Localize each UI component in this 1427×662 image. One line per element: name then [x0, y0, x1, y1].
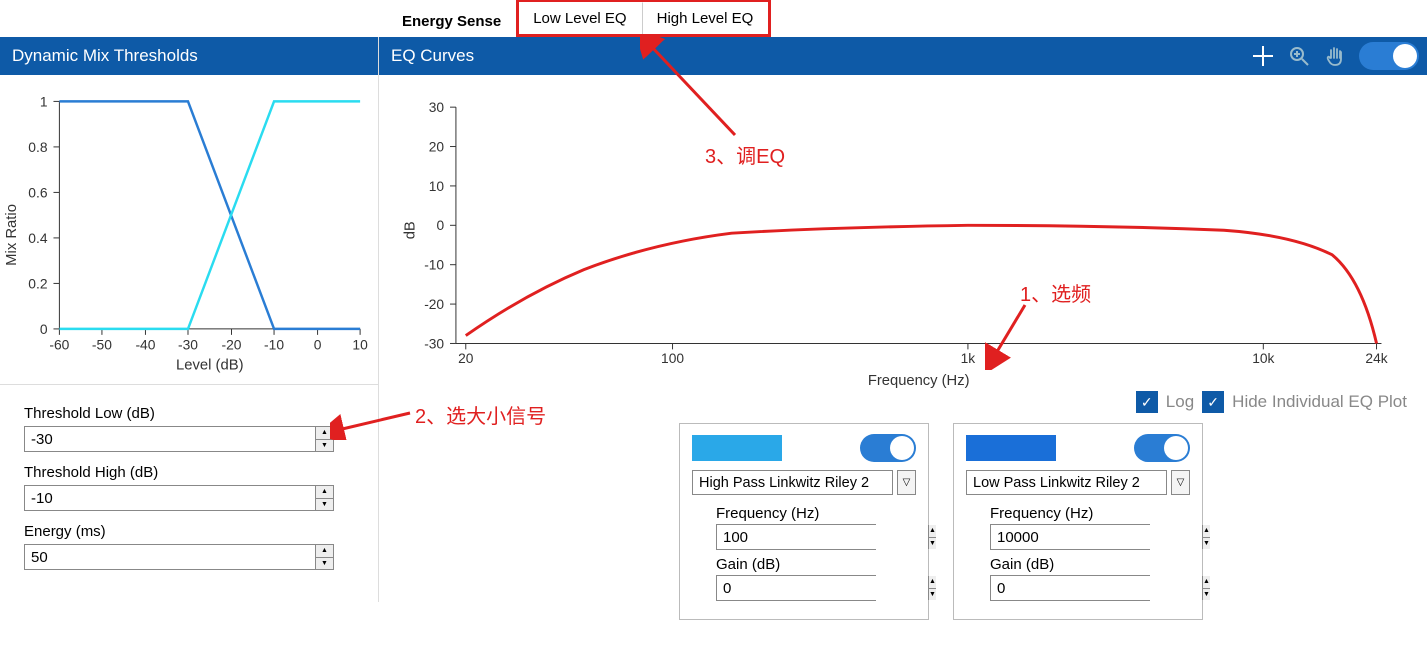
dropdown-icon[interactable]: ▽ — [897, 470, 916, 495]
xtick: -30 — [178, 337, 198, 353]
filter1-freq-field[interactable] — [717, 525, 928, 549]
xtick: 0 — [314, 337, 322, 353]
pan-icon[interactable] — [1323, 44, 1347, 68]
ytick: 30 — [429, 100, 445, 115]
filter1-color-swatch — [692, 435, 782, 461]
tab-energy-sense[interactable]: Energy Sense — [387, 5, 516, 37]
energy-field[interactable] — [25, 545, 315, 569]
spin-up-icon[interactable]: ▲ — [929, 576, 936, 589]
spin-down-icon[interactable]: ▼ — [316, 440, 333, 452]
xtick: 10k — [1252, 351, 1274, 366]
threshold-high-field[interactable] — [25, 486, 315, 510]
filter1-gain-input[interactable]: ▲▼ — [716, 575, 876, 601]
spin-up-icon[interactable]: ▲ — [1203, 576, 1210, 589]
ytick: 0 — [40, 321, 48, 337]
filter1-enable-toggle[interactable] — [860, 434, 916, 462]
crosshair-icon[interactable] — [1251, 44, 1275, 68]
spin-down-icon[interactable]: ▼ — [1203, 538, 1210, 550]
log-label: Log — [1166, 392, 1194, 412]
spin-down-icon[interactable]: ▼ — [316, 558, 333, 570]
xtick: 20 — [458, 351, 474, 366]
threshold-form: Threshold Low (dB) ▲▼ Threshold High (dB… — [0, 385, 378, 602]
filter2-type-select[interactable] — [966, 470, 1167, 495]
energy-input[interactable]: ▲▼ — [24, 544, 334, 570]
spin-down-icon[interactable]: ▼ — [929, 589, 936, 601]
xtick: -10 — [264, 337, 284, 353]
threshold-low-input[interactable]: ▲▼ — [24, 426, 334, 452]
ytick: 10 — [429, 179, 445, 194]
low-curve — [59, 101, 360, 329]
spin-down-icon[interactable]: ▼ — [1203, 589, 1210, 601]
filter-panel-highpass: ▽ Frequency (Hz) ▲▼ Gain (dB) ▲▼ — [679, 423, 929, 620]
tab-bar: Energy Sense Low Level EQ High Level EQ — [379, 0, 1427, 37]
filter2-gain-input[interactable]: ▲▼ — [990, 575, 1150, 601]
eq-combined-curve — [466, 225, 1377, 343]
ytick: -20 — [424, 297, 444, 312]
xtick: -60 — [49, 337, 69, 353]
filter2-gain-label: Gain (dB) — [990, 556, 1190, 573]
left-panel-title: Dynamic Mix Thresholds — [0, 37, 378, 75]
mix-threshold-chart: 1 0.8 0.6 0.4 0.2 0 -60 -50 -40 -30 — [0, 75, 378, 385]
spin-up-icon[interactable]: ▲ — [1203, 525, 1210, 538]
high-curve — [59, 101, 360, 329]
filter1-type-select[interactable] — [692, 470, 893, 495]
ytick: 20 — [429, 139, 445, 154]
eq-curves-chart[interactable]: 30 20 10 0 -10 -20 -30 20 100 1k 10k 24k… — [379, 75, 1427, 415]
threshold-high-label: Threshold High (dB) — [24, 464, 354, 481]
filter2-color-swatch — [966, 435, 1056, 461]
xtick: 10 — [352, 337, 368, 353]
spin-up-icon[interactable]: ▲ — [316, 486, 333, 499]
ylabel: Mix Ratio — [4, 204, 20, 266]
xtick: 1k — [961, 351, 976, 366]
threshold-high-input[interactable]: ▲▼ — [24, 485, 334, 511]
filter2-gain-field[interactable] — [991, 576, 1202, 600]
eq-ylabel: dB — [403, 221, 419, 239]
threshold-low-field[interactable] — [25, 427, 315, 451]
eq-xlabel: Frequency (Hz) — [868, 373, 970, 389]
ytick: 0.2 — [28, 275, 47, 291]
threshold-low-label: Threshold Low (dB) — [24, 405, 354, 422]
dropdown-icon[interactable]: ▽ — [1171, 470, 1190, 495]
spin-up-icon[interactable]: ▲ — [929, 525, 936, 538]
eq-title-text: EQ Curves — [391, 46, 474, 66]
ytick: 0.4 — [28, 230, 48, 246]
ytick: 0 — [436, 218, 444, 233]
eq-tab-highlight: Low Level EQ High Level EQ — [516, 0, 771, 37]
filter2-freq-input[interactable]: ▲▼ — [990, 524, 1150, 550]
spin-down-icon[interactable]: ▼ — [316, 499, 333, 511]
ytick: 1 — [40, 93, 48, 109]
spin-up-icon[interactable]: ▲ — [316, 545, 333, 558]
spin-up-icon[interactable]: ▲ — [316, 427, 333, 440]
filter1-gain-field[interactable] — [717, 576, 928, 600]
ytick: -30 — [424, 336, 444, 351]
xlabel: Level (dB) — [176, 357, 244, 373]
xtick: 24k — [1365, 351, 1387, 366]
left-title-text: Dynamic Mix Thresholds — [12, 46, 198, 66]
hide-label: Hide Individual EQ Plot — [1232, 392, 1407, 412]
log-checkbox[interactable]: ✓ — [1136, 391, 1158, 413]
spin-down-icon[interactable]: ▼ — [929, 538, 936, 550]
toolbar-toggle[interactable] — [1359, 42, 1419, 70]
filter2-freq-label: Frequency (Hz) — [990, 505, 1190, 522]
filter-panel-lowpass: ▽ Frequency (Hz) ▲▼ Gain (dB) ▲▼ — [953, 423, 1203, 620]
eq-curves-header: EQ Curves — [379, 37, 1427, 75]
filter2-freq-field[interactable] — [991, 525, 1202, 549]
xtick: 100 — [661, 351, 684, 366]
xtick: -20 — [222, 337, 242, 353]
zoom-icon[interactable] — [1287, 44, 1311, 68]
ytick: 0.6 — [28, 184, 48, 200]
filter2-enable-toggle[interactable] — [1134, 434, 1190, 462]
ytick: 0.8 — [28, 139, 48, 155]
hide-plots-checkbox[interactable]: ✓ — [1202, 391, 1224, 413]
filter1-freq-input[interactable]: ▲▼ — [716, 524, 876, 550]
filter1-freq-label: Frequency (Hz) — [716, 505, 916, 522]
xtick: -40 — [135, 337, 155, 353]
tab-low-level-eq[interactable]: Low Level EQ — [519, 2, 641, 34]
tab-high-level-eq[interactable]: High Level EQ — [642, 2, 769, 34]
ytick: -10 — [424, 258, 444, 273]
energy-label: Energy (ms) — [24, 523, 354, 540]
filter1-gain-label: Gain (dB) — [716, 556, 916, 573]
xtick: -50 — [92, 337, 112, 353]
